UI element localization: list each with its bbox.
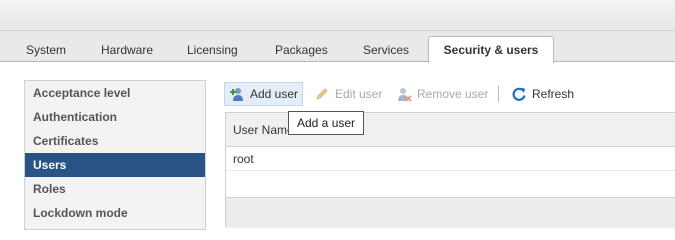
refresh-button[interactable]: Refresh	[507, 82, 578, 106]
sidebar: Acceptance level Authentication Certific…	[24, 80, 206, 230]
add-user-label: Add user	[250, 87, 299, 101]
tooltip: Add a user	[288, 111, 365, 135]
sidebar-item-authentication[interactable]: Authentication	[25, 105, 205, 129]
table-footer	[226, 197, 675, 228]
add-user-icon	[229, 86, 245, 102]
tab-security-and-users[interactable]: Security & users	[428, 36, 554, 63]
sidebar-item-roles[interactable]: Roles	[25, 177, 205, 201]
tab-system[interactable]: System	[26, 38, 66, 62]
tab-bar: System Hardware Licensing Packages Servi…	[0, 31, 675, 63]
toolbar-separator	[498, 86, 499, 102]
edit-user-label: Edit user	[335, 87, 383, 101]
remove-user-button[interactable]: Remove user	[392, 82, 492, 106]
pencil-icon	[314, 86, 330, 102]
sidebar-item-acceptance-level[interactable]: Acceptance level	[25, 81, 205, 105]
sidebar-item-users[interactable]: Users	[25, 153, 205, 177]
remove-user-icon	[396, 86, 412, 102]
sidebar-item-lockdown-mode[interactable]: Lockdown mode	[25, 201, 205, 225]
window-top-bar	[0, 0, 675, 31]
tab-services[interactable]: Services	[363, 38, 409, 62]
remove-user-label: Remove user	[417, 87, 489, 101]
add-user-button[interactable]: Add user	[224, 82, 304, 106]
tab-hardware[interactable]: Hardware	[101, 38, 153, 62]
sidebar-item-certificates[interactable]: Certificates	[25, 129, 205, 153]
refresh-label: Refresh	[532, 87, 575, 101]
toolbar: Add user Edit user Remove user Refresh	[224, 82, 674, 106]
edit-user-button[interactable]: Edit user	[310, 82, 386, 106]
tab-packages[interactable]: Packages	[275, 38, 328, 62]
table-row[interactable]: root	[226, 147, 675, 171]
refresh-icon	[511, 86, 527, 102]
tab-licensing[interactable]: Licensing	[187, 38, 238, 62]
